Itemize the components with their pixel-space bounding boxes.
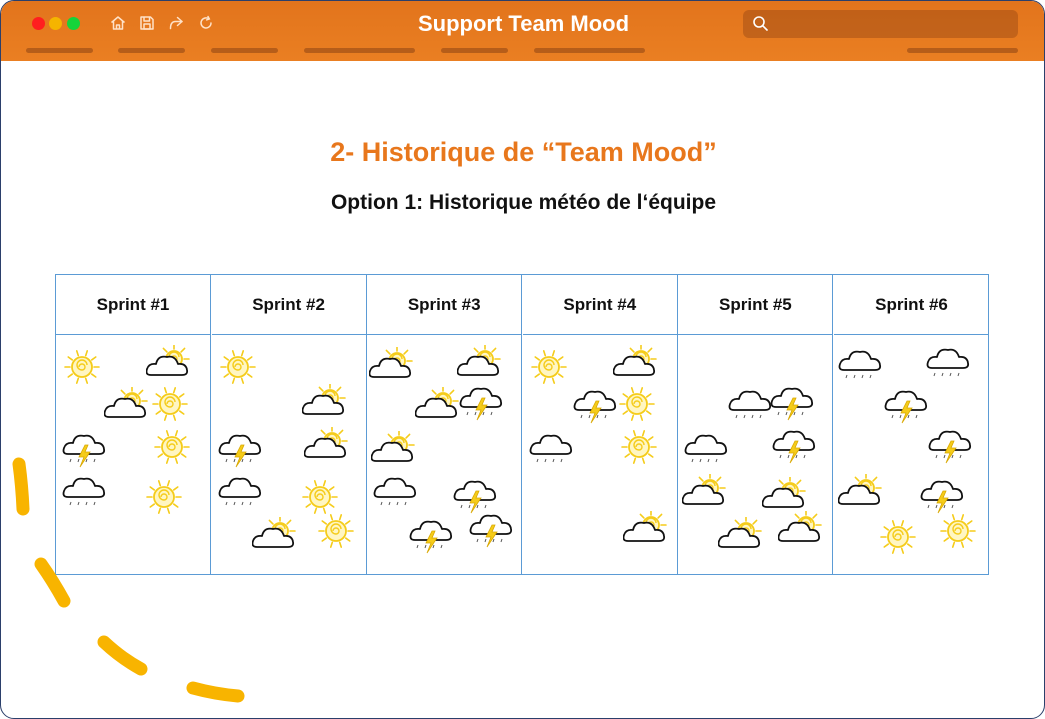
cloud-mood-icon (726, 387, 774, 432)
sun-mood-icon (934, 511, 982, 556)
search-icon (753, 16, 768, 31)
sun-cloud-mood-icon (622, 509, 671, 556)
cloud-mood-icon (682, 431, 730, 476)
storm-mood-icon (467, 511, 515, 556)
sprint-header: Sprint #5 (678, 275, 833, 335)
sun-mood-icon (874, 517, 922, 562)
tab-placeholder[interactable] (534, 48, 645, 53)
tab-placeholder[interactable] (907, 48, 1018, 53)
search-field[interactable] (743, 10, 1018, 38)
sun-cloud-mood-icon (301, 382, 350, 429)
tab-placeholder[interactable] (26, 48, 93, 53)
sun-cloud-mood-icon (414, 385, 463, 432)
storm-mood-icon (882, 387, 930, 432)
sun-mood-icon (615, 427, 663, 472)
sprint-header: Sprint #4 (522, 275, 677, 335)
sun-cloud-mood-icon (717, 515, 766, 562)
storm-mood-icon (770, 427, 818, 472)
sun-cloud-mood-icon (837, 472, 886, 519)
storm-mood-icon (768, 384, 816, 429)
sprint-column: Sprint #4 (522, 275, 678, 574)
sun-mood-icon (613, 384, 661, 429)
storm-mood-icon (926, 427, 974, 472)
sprint-header: Sprint #3 (367, 275, 522, 335)
sprint-column: Sprint #5 (678, 275, 834, 574)
sprint-column: Sprint #3 (367, 275, 523, 574)
decorative-dashed-curve (12, 457, 245, 703)
slide-canvas: 2- Historique de “Team Mood” Option 1: H… (1, 61, 1044, 718)
storm-mood-icon (407, 517, 455, 562)
tab-placeholder[interactable] (211, 48, 278, 53)
sun-mood-icon (312, 511, 360, 556)
title-bar: Support Team Mood (1, 1, 1044, 61)
app-window: Support Team Mood 2- Historique de “Team… (0, 0, 1045, 719)
tab-placeholder[interactable] (304, 48, 415, 53)
sun-cloud-mood-icon (370, 429, 419, 476)
cloud-mood-icon (371, 474, 419, 519)
cloud-mood-icon (924, 345, 972, 390)
sprint-header: Sprint #6 (834, 275, 989, 335)
tab-placeholder[interactable] (441, 48, 508, 53)
sun-cloud-mood-icon (303, 425, 352, 472)
cloud-mood-icon (836, 347, 884, 392)
sun-mood-icon (525, 347, 573, 392)
sun-cloud-mood-icon (368, 345, 417, 392)
sun-cloud-mood-icon (681, 472, 730, 519)
sprint-column: Sprint #6 (834, 275, 989, 574)
cloud-mood-icon (527, 431, 575, 476)
sun-cloud-mood-icon (777, 509, 826, 556)
tab-placeholder[interactable] (118, 48, 185, 53)
storm-mood-icon (457, 384, 505, 429)
storm-mood-icon (571, 387, 619, 432)
